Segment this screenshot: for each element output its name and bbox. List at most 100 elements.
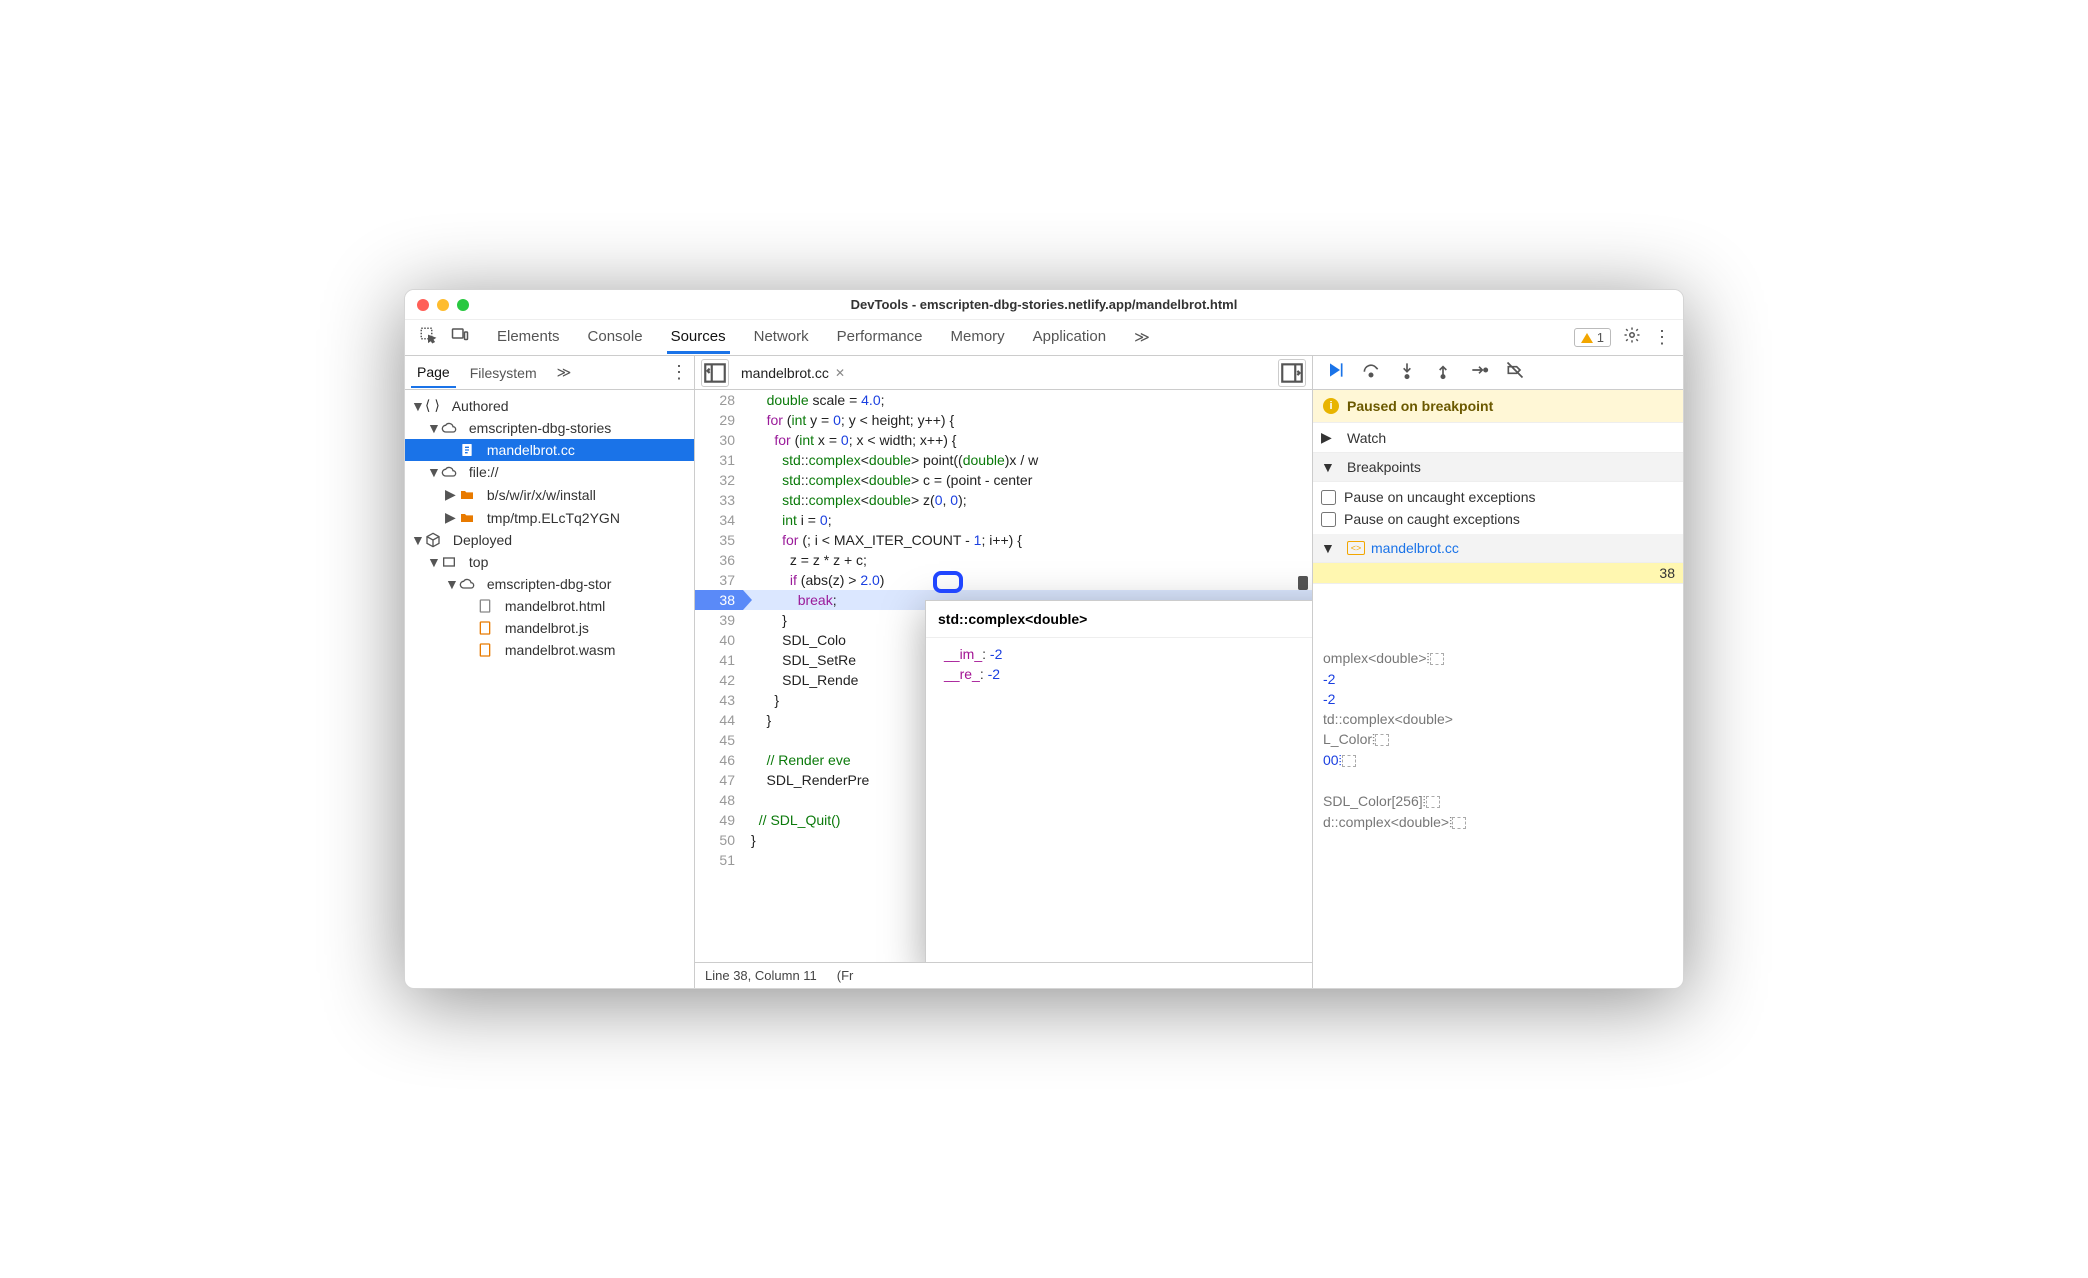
tabs-overflow[interactable]: ≫ bbox=[1130, 322, 1154, 354]
editor-tab[interactable]: mandelbrot.cc✕ bbox=[735, 361, 851, 385]
file-icon bbox=[477, 598, 493, 614]
memory-icon[interactable] bbox=[1375, 734, 1389, 746]
paused-banner: iPaused on breakpoint bbox=[1313, 390, 1683, 423]
pause-caught-checkbox[interactable]: Pause on caught exceptions bbox=[1321, 508, 1675, 530]
tree-folder[interactable]: b/s/w/ir/x/w/install bbox=[487, 487, 596, 503]
chevron-right-icon[interactable]: ▶ bbox=[445, 486, 455, 503]
scope-row: -2 bbox=[1313, 669, 1683, 689]
tree-file-selected[interactable]: mandelbrot.cc bbox=[405, 439, 694, 461]
titlebar: DevTools - emscripten-dbg-stories.netlif… bbox=[405, 290, 1683, 320]
deactivate-breakpoints-button[interactable] bbox=[1505, 360, 1525, 385]
folder-icon bbox=[459, 510, 475, 526]
chevron-down-icon[interactable]: ▼ bbox=[445, 576, 455, 592]
inspect-icon[interactable] bbox=[419, 326, 437, 349]
tab-network[interactable]: Network bbox=[750, 322, 813, 354]
nav-tab-page[interactable]: Page bbox=[411, 358, 456, 388]
navigator-tabs: Page Filesystem ≫ ⋮ bbox=[405, 356, 694, 390]
breakpoints-section-header[interactable]: ▼Breakpoints bbox=[1313, 453, 1683, 482]
watch-section-header[interactable]: ▶Watch bbox=[1313, 423, 1683, 453]
nav-tab-filesystem[interactable]: Filesystem bbox=[464, 359, 543, 387]
chevron-down-icon[interactable]: ▼ bbox=[411, 398, 421, 414]
status-extra: (Fr bbox=[837, 968, 854, 983]
brackets-icon: ⟨ ⟩ bbox=[425, 397, 440, 414]
tab-memory[interactable]: Memory bbox=[947, 322, 1009, 354]
device-toolbar-icon[interactable] bbox=[451, 326, 469, 349]
chevron-down-icon[interactable]: ▼ bbox=[427, 554, 437, 570]
scope-row bbox=[1313, 771, 1683, 791]
warning-icon bbox=[1581, 333, 1593, 343]
pause-uncaught-checkbox[interactable]: Pause on uncaught exceptions bbox=[1321, 486, 1675, 508]
tab-application[interactable]: Application bbox=[1029, 322, 1110, 354]
chevron-down-icon[interactable]: ▼ bbox=[427, 420, 437, 436]
scope-view[interactable]: omplex<double>⦙ -2 -2 td::complex<double… bbox=[1313, 584, 1683, 988]
tree-file[interactable]: mandelbrot.js bbox=[405, 617, 694, 639]
chevron-down-icon[interactable]: ▼ bbox=[427, 464, 437, 480]
folder-icon bbox=[459, 487, 475, 503]
show-navigator-icon[interactable] bbox=[701, 359, 729, 387]
cube-icon bbox=[425, 532, 441, 548]
chevron-right-icon: ▶ bbox=[1321, 429, 1341, 446]
chevron-right-icon[interactable]: ▶ bbox=[445, 509, 455, 526]
nav-tabs-overflow[interactable]: ≫ bbox=[551, 358, 578, 387]
file-tree[interactable]: ▼ ⟨ ⟩ Authored ▼ emscripten-dbg-stories m… bbox=[405, 390, 694, 988]
more-menu-icon[interactable]: ⋮ bbox=[1653, 327, 1671, 348]
navigator-panel: Page Filesystem ≫ ⋮ ▼ ⟨ ⟩ Authored ▼ emsc… bbox=[405, 356, 695, 988]
editor-panel: mandelbrot.cc✕ 28 double scale = 4.0; 29… bbox=[695, 356, 1313, 988]
step-over-button[interactable] bbox=[1361, 360, 1381, 385]
close-tab-icon[interactable]: ✕ bbox=[835, 366, 845, 380]
memory-icon[interactable] bbox=[1426, 796, 1440, 808]
tooltip-title: std::complex<double> bbox=[926, 601, 1312, 638]
scope-row: L_Color⦙ bbox=[1313, 729, 1683, 750]
scope-row: d::complex<double>⦙ bbox=[1313, 812, 1683, 833]
breakpoint-file-row[interactable]: ▼<>mandelbrot.cc bbox=[1313, 534, 1683, 563]
step-into-button[interactable] bbox=[1397, 360, 1417, 385]
scope-row: td::complex<double> bbox=[1313, 709, 1683, 729]
step-out-button[interactable] bbox=[1433, 360, 1453, 385]
navigator-more-icon[interactable]: ⋮ bbox=[670, 362, 688, 383]
warnings-chip[interactable]: 1 bbox=[1574, 328, 1611, 347]
scope-row: 00⦙ bbox=[1313, 750, 1683, 771]
devtools-window: DevTools - emscripten-dbg-stories.netlif… bbox=[404, 289, 1684, 989]
tab-elements[interactable]: Elements bbox=[493, 322, 564, 354]
tree-top[interactable]: top bbox=[469, 554, 488, 570]
tree-group-deployed[interactable]: Deployed bbox=[453, 532, 512, 548]
tree-file-scheme[interactable]: file:// bbox=[469, 464, 499, 480]
scope-row: omplex<double>⦙ bbox=[1313, 648, 1683, 669]
tree-domain[interactable]: emscripten-dbg-stor bbox=[487, 576, 612, 592]
scope-row: -2 bbox=[1313, 689, 1683, 709]
frame-icon bbox=[441, 554, 457, 570]
memory-icon[interactable] bbox=[1430, 653, 1444, 665]
debugger-panel: iPaused on breakpoint ▶Watch ▼Breakpoint… bbox=[1313, 356, 1683, 988]
file-icon bbox=[477, 620, 493, 636]
tree-folder[interactable]: tmp/tmp.ELcTq2YGN bbox=[487, 510, 620, 526]
memory-icon[interactable] bbox=[1452, 817, 1466, 829]
hover-highlight bbox=[933, 571, 963, 593]
tree-domain[interactable]: emscripten-dbg-stories bbox=[469, 420, 611, 436]
show-debugger-icon[interactable] bbox=[1278, 359, 1306, 387]
main-tabbar: Elements Console Sources Network Perform… bbox=[405, 320, 1683, 356]
tooltip-kv: __im_: -2 bbox=[944, 644, 1312, 664]
value-tooltip[interactable]: std::complex<double> __im_: -2 __re_: -2 bbox=[925, 600, 1312, 962]
chevron-down-icon[interactable]: ▼ bbox=[411, 532, 421, 548]
breakpoint-line[interactable]: 38 bbox=[1313, 563, 1683, 584]
code-editor[interactable]: 28 double scale = 4.0; 29 for (int y = 0… bbox=[695, 390, 1312, 962]
editor-statusbar: Line 38, Column 11 (Fr bbox=[695, 962, 1312, 988]
execution-marker-icon bbox=[1298, 576, 1308, 590]
step-button[interactable] bbox=[1469, 360, 1489, 385]
tree-group-authored[interactable]: Authored bbox=[452, 398, 509, 414]
tab-console[interactable]: Console bbox=[584, 322, 647, 354]
debugger-toolbar bbox=[1313, 356, 1683, 390]
info-icon: i bbox=[1323, 398, 1339, 414]
memory-icon[interactable] bbox=[1342, 755, 1356, 767]
tab-performance[interactable]: Performance bbox=[833, 322, 927, 354]
chevron-down-icon: ▼ bbox=[1321, 540, 1341, 556]
tab-sources[interactable]: Sources bbox=[667, 322, 730, 354]
tree-file[interactable]: mandelbrot.wasm bbox=[405, 639, 694, 661]
file-icon bbox=[477, 642, 493, 658]
settings-gear-icon[interactable] bbox=[1623, 326, 1641, 349]
scope-row: SDL_Color[256]⦙ bbox=[1313, 791, 1683, 812]
tree-file[interactable]: mandelbrot.html bbox=[405, 595, 694, 617]
resume-button[interactable] bbox=[1325, 360, 1345, 385]
source-badge-icon: <> bbox=[1347, 541, 1365, 555]
cursor-position: Line 38, Column 11 bbox=[705, 968, 817, 983]
